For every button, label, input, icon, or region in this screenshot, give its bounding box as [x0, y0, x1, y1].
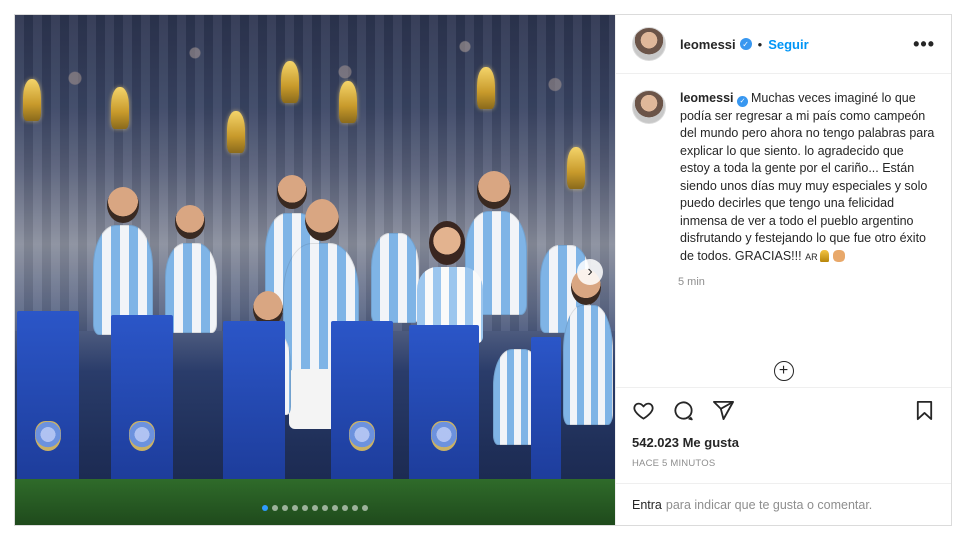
carousel-dot [292, 505, 298, 511]
carousel-dot [352, 505, 358, 511]
bookmark-icon [916, 400, 932, 421]
trophy-icon [111, 87, 129, 129]
person-head [429, 221, 465, 265]
action-bar [616, 387, 951, 433]
carousel-dot [272, 505, 278, 511]
carousel-dot [282, 505, 288, 511]
instagram-post: › leomessi ✓ • Seguir ••• leomessi ✓ Much… [14, 14, 952, 526]
carousel-next-button[interactable]: › [577, 259, 603, 285]
afa-crest-icon [349, 421, 375, 451]
caption-username-link[interactable]: leomessi [680, 91, 734, 105]
player-head [477, 171, 511, 209]
trophy-emoji-icon [819, 249, 829, 262]
podium [409, 325, 479, 497]
more-options-icon[interactable]: ••• [913, 34, 935, 55]
verified-icon: ✓ [737, 96, 748, 108]
flag-ar-icon: AR [805, 251, 818, 262]
carousel-dot [322, 505, 328, 511]
child-figure [563, 305, 613, 425]
avatar[interactable] [632, 90, 666, 124]
player-figure [371, 233, 419, 323]
verified-icon: ✓ [739, 38, 752, 50]
podium [111, 315, 173, 497]
carousel-indicator [262, 505, 368, 511]
separator-dot: • [757, 36, 763, 52]
save-button[interactable] [911, 398, 937, 424]
heart-icon [632, 402, 654, 420]
trophy-icon [477, 67, 495, 109]
afa-crest-icon [129, 421, 155, 451]
afa-crest-icon [35, 421, 61, 451]
comment-icon [673, 401, 693, 421]
podium [17, 311, 79, 497]
carousel-dot [332, 505, 338, 511]
post-sidebar: leomessi ✓ • Seguir ••• leomessi ✓ Muchas… [615, 15, 951, 525]
caption-row: leomessi ✓ Muchas veces imaginé lo que po… [632, 90, 935, 266]
caption: leomessi ✓ Muchas veces imaginé lo que po… [680, 90, 935, 266]
likes-count[interactable]: 542.023 Me gusta [616, 435, 951, 450]
post-header: leomessi ✓ • Seguir ••• [616, 15, 951, 74]
carousel-dot [302, 505, 308, 511]
carousel-dot [262, 505, 268, 511]
hands-emoji-icon [832, 249, 845, 262]
pitch [15, 479, 615, 525]
username-link[interactable]: leomessi [680, 37, 736, 52]
podium [223, 321, 285, 497]
comment-button[interactable] [670, 398, 696, 424]
trophy-icon [339, 81, 357, 123]
login-link[interactable]: Entra [632, 498, 662, 512]
follow-button[interactable]: Seguir [768, 37, 808, 52]
trophy-icon [23, 79, 41, 121]
player-head [175, 205, 205, 239]
avatar[interactable] [632, 27, 666, 61]
trophy-icon [567, 147, 585, 189]
post-photo[interactable]: › [15, 15, 615, 525]
share-icon [712, 400, 734, 421]
caption-time: 5 min [678, 276, 705, 288]
player-head [305, 199, 339, 241]
login-prompt-text: para indicar que te gusta o comentar. [665, 497, 873, 512]
afa-crest-icon [431, 421, 457, 451]
carousel-dot [342, 505, 348, 511]
carousel-dot [362, 505, 368, 511]
player-head [107, 187, 139, 223]
trophy-icon [227, 111, 245, 153]
load-more-comments-button[interactable]: + [773, 361, 794, 381]
podium [331, 321, 393, 497]
player-head [277, 175, 307, 209]
chevron-right-icon: › [587, 263, 593, 280]
podium [531, 337, 561, 497]
caption-text: Muchas veces imaginé lo que podía ser re… [680, 91, 935, 263]
like-button[interactable] [630, 398, 656, 424]
trophy-icon [281, 61, 299, 103]
share-button[interactable] [710, 398, 736, 424]
comments-section: leomessi ✓ Muchas veces imaginé lo que po… [616, 74, 951, 387]
login-prompt: Entra para indicar que te gusta o coment… [616, 483, 951, 525]
posted-time[interactable]: Hace 5 minutos [616, 458, 951, 469]
carousel-dot [312, 505, 318, 511]
